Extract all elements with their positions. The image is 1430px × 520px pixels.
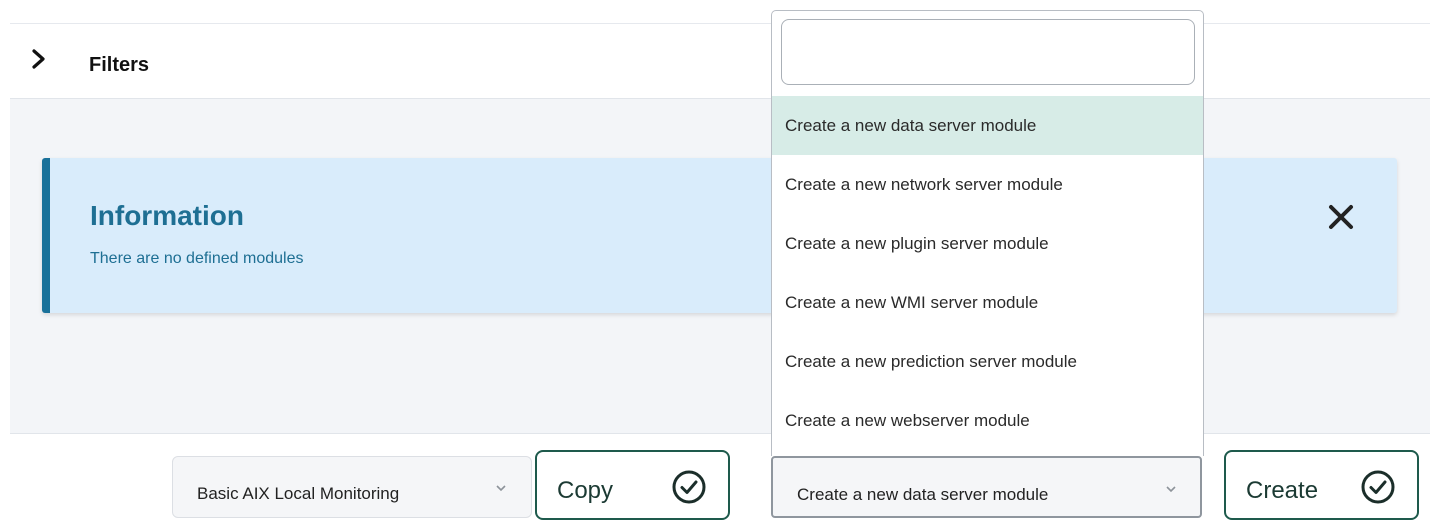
module-type-dropdown: Create a new data server module Create a… <box>771 10 1204 456</box>
dropdown-option[interactable]: Create a new data server module <box>772 96 1203 155</box>
info-message: There are no defined modules <box>90 250 304 267</box>
filters-title: Filters <box>89 54 150 76</box>
dropdown-option[interactable]: Create a new prediction server module <box>772 332 1203 391</box>
chevron-down-icon <box>496 485 506 492</box>
check-circle-icon <box>672 470 706 504</box>
create-button[interactable]: Create <box>1224 450 1419 520</box>
template-select[interactable]: Basic AIX Local Monitoring <box>172 456 532 518</box>
check-circle-icon <box>1361 470 1395 504</box>
close-icon[interactable] <box>1326 202 1356 232</box>
module-type-select[interactable]: Create a new data server module <box>771 456 1202 518</box>
info-title: Information <box>90 200 244 231</box>
dropdown-option[interactable]: Create a new webserver module <box>772 391 1203 450</box>
template-select-value: Basic AIX Local Monitoring <box>197 484 400 503</box>
dropdown-option[interactable]: Create a new plugin server module <box>772 214 1203 273</box>
dropdown-options-list: Create a new data server module Create a… <box>772 96 1203 450</box>
module-select-value: Create a new data server module <box>797 485 1049 504</box>
chevron-right-icon[interactable] <box>30 48 48 70</box>
chevron-down-icon <box>1166 486 1176 493</box>
filters-bar[interactable]: Filters <box>10 24 1430 99</box>
dropdown-search-input[interactable] <box>781 19 1195 85</box>
create-button-label: Create <box>1246 477 1319 504</box>
copy-button-label: Copy <box>557 477 614 504</box>
dropdown-option[interactable]: Create a new network server module <box>772 155 1203 214</box>
copy-button[interactable]: Copy <box>535 450 730 520</box>
dropdown-option[interactable]: Create a new WMI server module <box>772 273 1203 332</box>
